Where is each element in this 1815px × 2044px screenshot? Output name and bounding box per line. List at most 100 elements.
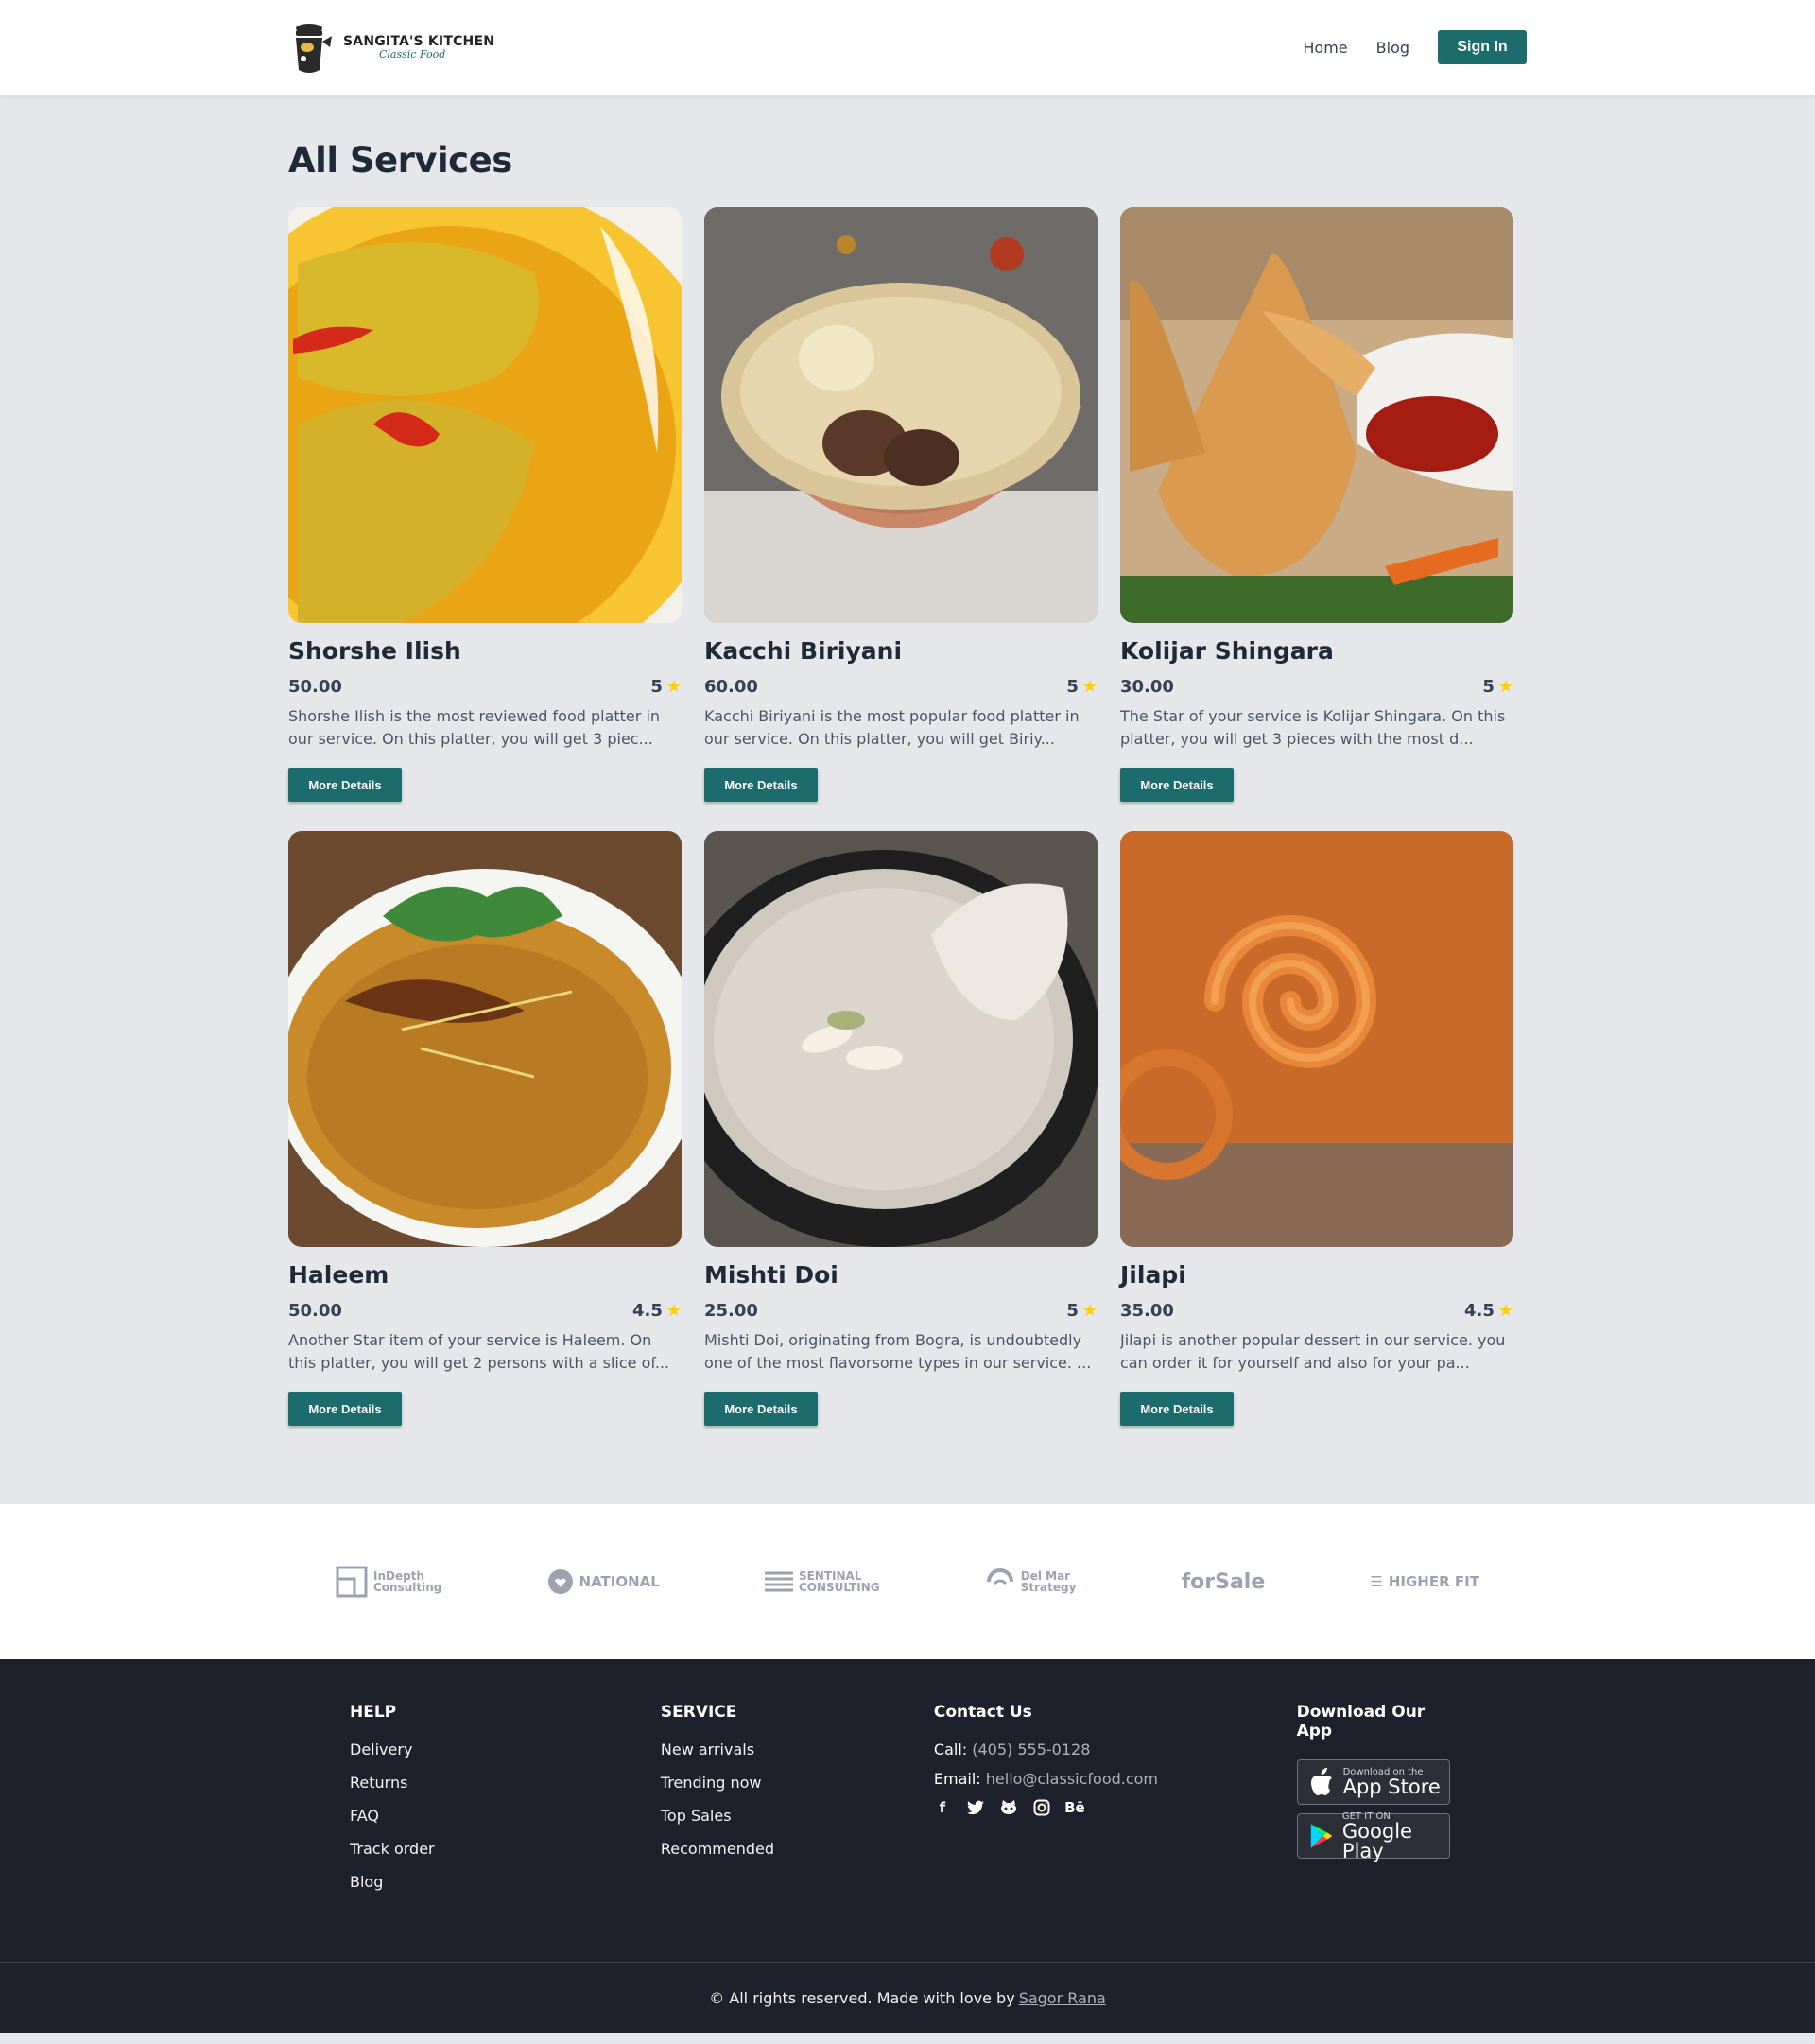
- behance-icon[interactable]: Bē: [1064, 1799, 1085, 1816]
- delmar-logo-icon: [986, 1568, 1013, 1585]
- menu-lines-icon: ☰: [1370, 1573, 1383, 1590]
- navbar: SANGITA'S KITCHEN Classic Food Home Blog…: [0, 0, 1815, 95]
- rating-value: 5: [650, 677, 663, 697]
- footer-link-delivery[interactable]: Delivery: [350, 1741, 661, 1758]
- service-image-jilapi[interactable]: [1120, 831, 1513, 1247]
- service-rating: 5 ★: [1066, 1301, 1098, 1321]
- service-image-haleem[interactable]: [288, 831, 682, 1247]
- service-image-shorshe-ilish[interactable]: [288, 207, 682, 623]
- partner-logo-national: NATIONAL: [547, 1568, 660, 1595]
- service-card: Jilapi 35.00 4.5 ★ Jilapi is another pop…: [1120, 831, 1513, 1427]
- nav-blog-link[interactable]: Blog: [1376, 39, 1409, 57]
- service-description: Mishti Doi, originating from Bogra, is u…: [704, 1331, 1092, 1372]
- service-price: 25.00: [704, 1301, 758, 1321]
- star-icon: ★: [666, 677, 682, 697]
- contact-heading: Contact Us: [933, 1703, 1032, 1722]
- sign-in-button[interactable]: Sign In: [1438, 30, 1527, 64]
- rating-value: 4.5: [1463, 1301, 1495, 1321]
- partner-name: forSale: [1181, 1569, 1266, 1594]
- brand-name: SANGITA'S KITCHEN: [343, 33, 495, 49]
- app-heading: Download Our App: [1296, 1703, 1426, 1741]
- footer: HELP Delivery Returns FAQ Track order Bl…: [0, 1659, 1815, 2033]
- twitter-icon[interactable]: [966, 1799, 984, 1816]
- footer-link-new-arrivals[interactable]: New arrivals: [661, 1741, 934, 1758]
- google-play-big-text: Google Play: [1341, 1819, 1412, 1862]
- more-details-button[interactable]: More Details: [704, 1392, 818, 1426]
- partner-logo-indepth: InDepth Consulting: [336, 1566, 441, 1598]
- app-store-button[interactable]: Download on the App Store: [1296, 1759, 1450, 1805]
- service-meta: 50.00 5 ★: [288, 677, 682, 697]
- facebook-icon[interactable]: f: [934, 1799, 951, 1816]
- service-description: Kacchi Biriyani is the most popular food…: [704, 707, 1080, 748]
- nav-home-link[interactable]: Home: [1303, 39, 1347, 57]
- partner-logo-higherfit: ☰ HIGHER FIT: [1370, 1573, 1479, 1590]
- service-title: Kolijar Shingara: [1120, 637, 1334, 665]
- service-description: Jilapi is another popular dessert in our…: [1120, 1331, 1506, 1372]
- footer-service-column: SERVICE New arrivals Trending now Top Sa…: [661, 1703, 934, 1962]
- call-value[interactable]: (405) 555-0128: [972, 1741, 1090, 1758]
- service-title: Kacchi Biriyani: [704, 637, 903, 665]
- services-section: All Services Shorshe Ilish 50.00 5 ★ Sho…: [288, 95, 1527, 1504]
- rating-value: 5: [1482, 677, 1495, 697]
- footer-link-track-order[interactable]: Track order: [350, 1840, 661, 1858]
- service-description: Shorshe Ilish is the most reviewed food …: [288, 707, 661, 748]
- service-meta: 25.00 5 ★: [704, 1301, 1098, 1321]
- service-price: 60.00: [704, 677, 758, 697]
- more-details-button[interactable]: More Details: [1120, 768, 1234, 802]
- email-value[interactable]: hello@classicfood.com: [986, 1770, 1158, 1788]
- footer-link-top-sales[interactable]: Top Sales: [661, 1807, 934, 1825]
- service-title: Mishti Doi: [704, 1261, 838, 1289]
- footer-link-returns[interactable]: Returns: [350, 1774, 661, 1792]
- service-rating: 4.5 ★: [632, 1301, 682, 1321]
- service-title: Haleem: [288, 1261, 389, 1289]
- indepth-logo-icon: [336, 1566, 368, 1598]
- sentinal-logo-icon: [764, 1571, 793, 1592]
- partner-sub: Strategy: [1020, 1581, 1077, 1594]
- service-image-kolijar-shingara[interactable]: [1120, 207, 1513, 623]
- star-icon: ★: [1497, 1301, 1513, 1321]
- partner-sub: CONSULTING: [798, 1581, 880, 1594]
- author-link[interactable]: Sagor Rana: [1019, 1989, 1106, 2007]
- service-card: Kolijar Shingara 30.00 5 ★ The Star of y…: [1120, 207, 1513, 803]
- rating-value: 5: [1066, 1301, 1079, 1321]
- chef-pot-logo-icon: [296, 24, 332, 73]
- footer-link-trending-now[interactable]: Trending now: [661, 1774, 934, 1792]
- service-price: 50.00: [288, 677, 342, 697]
- more-details-button[interactable]: More Details: [1120, 1392, 1234, 1426]
- help-heading: HELP: [350, 1703, 397, 1722]
- navbar-inner: SANGITA'S KITCHEN Classic Food Home Blog…: [288, 0, 1527, 95]
- more-details-button[interactable]: More Details: [288, 768, 402, 802]
- footer-contact-column: Contact Us Call: (405) 555-0128 Email: h…: [934, 1703, 1297, 1962]
- footer-app-column: Download Our App Download on the App Sto…: [1296, 1703, 1465, 1962]
- service-price: 30.00: [1120, 677, 1174, 697]
- service-rating: 4.5 ★: [1464, 1301, 1513, 1321]
- apple-icon: [1310, 1768, 1332, 1795]
- partners-row: InDepth Consulting NATIONAL SENTINAL CON…: [336, 1504, 1479, 1659]
- partner-name: NATIONAL: [579, 1573, 660, 1590]
- brand[interactable]: SANGITA'S KITCHEN Classic Food: [288, 19, 494, 76]
- page-title: All Services: [288, 140, 512, 181]
- more-details-button[interactable]: More Details: [704, 768, 818, 802]
- service-meta: 35.00 4.5 ★: [1120, 1301, 1513, 1321]
- service-image-mishti-doi[interactable]: [704, 831, 1098, 1247]
- service-price: 50.00: [288, 1301, 342, 1321]
- service-card: Haleem 50.00 4.5 ★ Another Star item of …: [288, 831, 682, 1427]
- national-logo-icon: [547, 1569, 573, 1594]
- footer-columns: HELP Delivery Returns FAQ Track order Bl…: [350, 1659, 1465, 1962]
- github-icon[interactable]: [1000, 1799, 1017, 1816]
- service-title: Shorshe Ilish: [288, 637, 461, 665]
- copyright-text: © All rights reserved. Made with love by: [709, 1988, 1015, 2007]
- footer-link-recommended[interactable]: Recommended: [661, 1840, 934, 1858]
- star-icon: ★: [1081, 677, 1098, 697]
- google-play-button[interactable]: GET IT ON Google Play: [1296, 1811, 1450, 1862]
- service-heading: SERVICE: [660, 1703, 737, 1722]
- rating-value: 4.5: [631, 1301, 663, 1321]
- footer-help-column: HELP Delivery Returns FAQ Track order Bl…: [350, 1703, 661, 1962]
- more-details-button[interactable]: More Details: [288, 1392, 402, 1426]
- service-image-kacchi-biriyani[interactable]: [704, 207, 1098, 623]
- footer-link-blog[interactable]: Blog: [350, 1873, 661, 1891]
- star-icon: ★: [1081, 1301, 1098, 1321]
- instagram-icon[interactable]: [1033, 1799, 1050, 1816]
- service-meta: 50.00 4.5 ★: [288, 1301, 682, 1321]
- footer-link-faq[interactable]: FAQ: [350, 1807, 661, 1825]
